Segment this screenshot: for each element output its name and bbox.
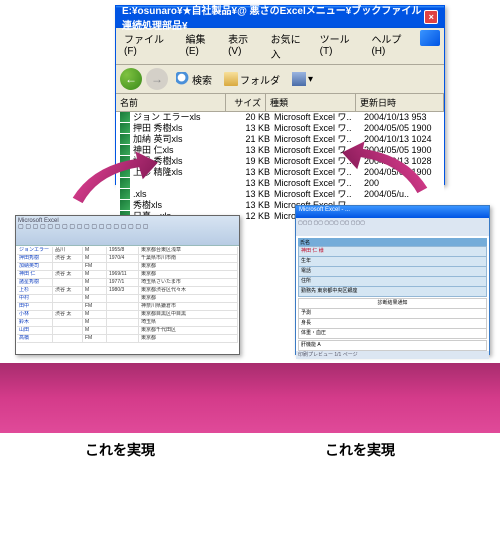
form-row: 体重・血圧: [298, 328, 487, 339]
file-row[interactable]: 押田 秀樹xls13 KBMicrosoft Excel ワ..2004/05/…: [116, 123, 444, 134]
menu-help[interactable]: ヘルプ(H): [367, 30, 418, 62]
col-type[interactable]: 種類: [266, 94, 356, 111]
table-row[interactable]: 中村M東京都: [17, 295, 238, 303]
menu-edit[interactable]: 編集(E): [182, 30, 223, 62]
folders-button[interactable]: フォルダ: [220, 70, 284, 89]
excel-file-icon: [120, 123, 130, 133]
excel-file-icon: [120, 112, 130, 122]
menu-view[interactable]: 表示(V): [224, 30, 265, 62]
table-row[interactable]: 鈴木M埼玉県: [17, 319, 238, 327]
form-row: 肝機能 A: [298, 340, 487, 351]
realize-left: これを実現: [85, 440, 155, 460]
toolbar: ← → 検索 フォルダ ▾: [116, 65, 444, 94]
excel-list-window: Microsoft Excel ▢ ▢ ▢ ▢ ▢ ▢ ▢ ▢ ▢ ▢ ▢ ▢ …: [15, 215, 240, 355]
back-button[interactable]: ←: [120, 68, 142, 90]
excel-ribbon[interactable]: Microsoft Excel ▢ ▢ ▢ ▢ ▢ ▢ ▢ ▢ ▢ ▢ ▢ ▢ …: [16, 216, 239, 246]
column-headers: 名前 サイズ 種類 更新日時: [116, 94, 444, 112]
file-row[interactable]: ジョン エラーxls20 KBMicrosoft Excel ワ..2004/1…: [116, 112, 444, 123]
excel-toolbar[interactable]: ▢▢▢ ▢▢ ▢▢▢ ▢▢ ▢▢▢: [296, 218, 489, 236]
table-row[interactable]: 田中FM神奈川県鎌倉市: [17, 303, 238, 311]
views-icon: [292, 72, 306, 86]
caption-bar: [0, 363, 500, 433]
table-row[interactable]: 押田秀樹渋谷 太M1970/4千葉県市川市南: [17, 255, 238, 263]
menu-tool[interactable]: ツール(T): [316, 30, 366, 62]
titlebar[interactable]: E:¥osunaro¥★自社製品¥@ 悪さのExcelメニュー¥ブックファイル連…: [116, 6, 444, 28]
table-row[interactable]: 高橋FM東京都: [17, 335, 238, 343]
spreadsheet-grid[interactable]: ジョンエラー品川M1955/8東京都台東区浅草押田秀樹渋谷 太M1970/4千葉…: [16, 246, 239, 351]
folder-icon: [224, 72, 238, 86]
menubar: ファイル(F) 編集(E) 表示(V) お気に入 ツール(T) ヘルプ(H): [116, 28, 444, 65]
menu-fav[interactable]: お気に入: [267, 30, 314, 62]
windows-logo-icon: [420, 30, 440, 46]
table-row[interactable]: 諸星秀樹M1977/1埼玉県さいたま市: [17, 279, 238, 287]
window-title: E:¥osunaro¥★自社製品¥@ 悪さのExcelメニュー¥ブックファイル連…: [122, 2, 424, 32]
table-row[interactable]: 神田 仁渋谷 太M1969/11東京都: [17, 271, 238, 279]
table-row[interactable]: 山田M東京都千代田区: [17, 327, 238, 335]
excel-footer: 印刷プレビュー 1/1 ページ: [296, 351, 489, 359]
table-row[interactable]: 加納英司FM東京都: [17, 263, 238, 271]
forward-button[interactable]: →: [146, 68, 168, 90]
form-row: 勤務先 東京都中央区銀座: [298, 286, 487, 297]
menu-file[interactable]: ファイル(F): [120, 30, 180, 62]
table-row[interactable]: 上杉渋谷 太M1980/3東京都渋谷区代々木: [17, 287, 238, 295]
col-size[interactable]: サイズ: [226, 94, 266, 111]
table-row[interactable]: ジョンエラー品川M1955/8東京都台東区浅草: [17, 247, 238, 255]
realize-right: これを実現: [325, 440, 395, 460]
views-button[interactable]: ▾: [288, 70, 317, 88]
form-body[interactable]: 氏名 神田 仁 様 生年 電話 住所 勤務先 東京都中央区銀座 診断結果通知 予…: [296, 236, 489, 351]
search-icon: [176, 72, 190, 86]
close-icon[interactable]: ×: [424, 10, 438, 24]
table-row[interactable]: 小林渋谷 太M東京都目黒区中目黒: [17, 311, 238, 319]
col-name[interactable]: 名前: [116, 94, 226, 111]
excel-titlebar[interactable]: Microsoft Excel - ...: [296, 206, 489, 218]
excel-form-window: Microsoft Excel - ... ▢▢▢ ▢▢ ▢▢▢ ▢▢ ▢▢▢ …: [295, 205, 490, 355]
col-date[interactable]: 更新日時: [356, 94, 444, 111]
search-button[interactable]: 検索: [172, 70, 216, 89]
